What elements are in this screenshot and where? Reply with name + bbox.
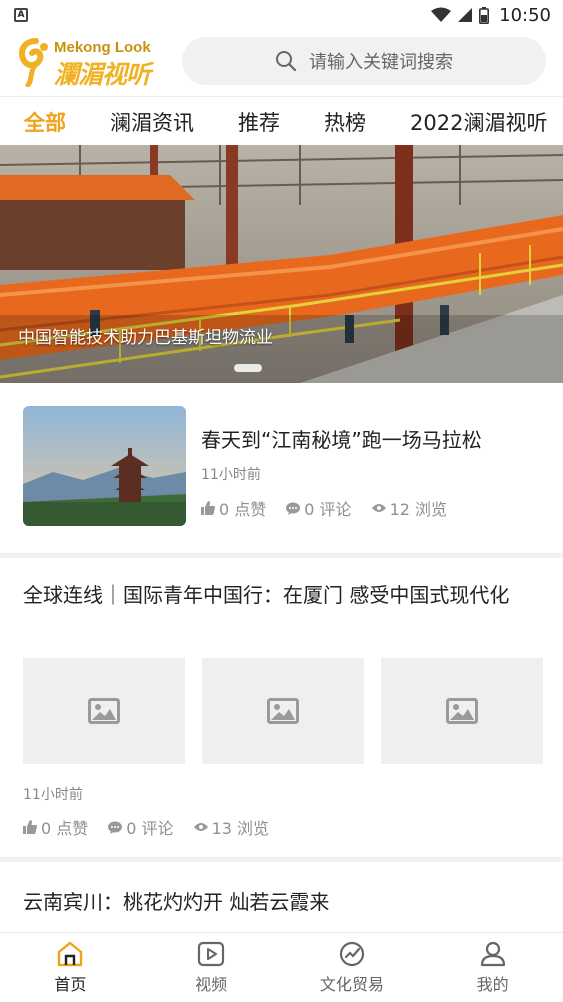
article-title: 全球连线｜国际青年中国行：在厦门 感受中国式现代化 xyxy=(23,583,510,607)
search-input[interactable]: 请输入关键词搜索 xyxy=(182,37,546,85)
search-icon xyxy=(276,51,297,72)
like-count[interactable]: 0 点赞 xyxy=(23,815,88,839)
image-placeholder xyxy=(23,658,185,764)
tab-all[interactable]: 全部 xyxy=(24,107,66,137)
article-thumbnail xyxy=(23,406,186,526)
tab-trending[interactable]: 热榜 xyxy=(324,107,366,137)
article-title: 云南宾川：桃花灼灼开 灿若云霞来 xyxy=(23,890,330,914)
eye-icon xyxy=(371,504,386,512)
video-icon xyxy=(198,941,225,967)
featured-banner[interactable]: 中国智能技术助力巴基斯坦物流业 xyxy=(0,145,563,383)
tab-lancang-mekong-news[interactable]: 澜湄资讯 xyxy=(110,107,194,137)
thumbs-up-icon xyxy=(201,501,215,515)
nav-video[interactable]: 视频 xyxy=(141,933,282,1002)
list-item[interactable]: 春天到“江南秘境”跑一场马拉松 11小时前 0 点赞 0 评论 12 浏览 xyxy=(0,384,563,554)
nav-cultural-trade[interactable]: 文化贸易 xyxy=(282,933,423,1002)
nav-profile[interactable]: 我的 xyxy=(422,933,563,1002)
image-placeholder xyxy=(202,658,364,764)
thumbs-up-icon xyxy=(23,820,37,834)
comment-count[interactable]: 0 评论 xyxy=(108,815,174,839)
like-count[interactable]: 0 点赞 xyxy=(201,496,266,520)
app-logo[interactable]: Mekong Look 瀾湄视听 xyxy=(16,33,172,89)
app-header: Mekong Look 瀾湄视听 请输入关键词搜索 xyxy=(0,30,563,92)
list-item[interactable]: 全球连线｜国际青年中国行：在厦门 感受中国式现代化 11小时前 0 点赞 0 评… xyxy=(0,558,563,858)
logo-text-en: Mekong Look xyxy=(54,39,151,56)
profile-icon xyxy=(480,941,505,967)
trade-icon xyxy=(339,941,364,967)
carousel-indicator xyxy=(234,364,262,372)
battery-icon xyxy=(479,6,490,24)
status-bar: A 10:50 xyxy=(0,0,563,30)
clock: 10:50 xyxy=(499,4,551,26)
article-image-grid xyxy=(23,658,543,764)
list-item[interactable]: 云南宾川：桃花灼灼开 灿若云霞来 xyxy=(0,862,563,932)
article-meta: 0 点赞 0 评论 12 浏览 xyxy=(201,496,447,520)
home-icon xyxy=(58,941,83,967)
bottom-navigation: 首页 视频 文化贸易 我的 xyxy=(0,932,563,1002)
logo-mark-icon xyxy=(18,38,48,87)
logo-text-cn: 瀾湄视听 xyxy=(54,60,151,89)
article-meta: 0 点赞 0 评论 13 浏览 xyxy=(23,815,269,839)
view-count: 13 浏览 xyxy=(193,815,269,839)
eye-icon xyxy=(193,823,208,831)
image-icon xyxy=(267,698,299,724)
search-placeholder: 请输入关键词搜索 xyxy=(309,52,453,73)
view-count: 12 浏览 xyxy=(371,496,447,520)
article-time: 11小时前 xyxy=(23,787,83,803)
article-time: 11小时前 xyxy=(201,467,261,483)
notification-icon: A xyxy=(14,8,28,22)
nav-home[interactable]: 首页 xyxy=(0,933,141,1002)
image-placeholder xyxy=(381,658,543,764)
image-icon xyxy=(88,698,120,724)
tab-2022-audiovisual[interactable]: 2022澜湄视听 xyxy=(410,107,547,137)
image-icon xyxy=(446,698,478,724)
article-title: 春天到“江南秘境”跑一场马拉松 xyxy=(201,428,482,452)
category-tabs: 全部 澜湄资讯 推荐 热榜 2022澜湄视听 xyxy=(0,96,563,146)
comment-count[interactable]: 0 评论 xyxy=(286,496,352,520)
cellular-signal-icon xyxy=(458,8,473,22)
banner-caption: 中国智能技术助力巴基斯坦物流业 xyxy=(18,328,273,348)
tab-recommended[interactable]: 推荐 xyxy=(238,107,280,137)
wifi-icon xyxy=(431,7,452,22)
comment-icon xyxy=(286,502,301,515)
comment-icon xyxy=(108,821,123,834)
